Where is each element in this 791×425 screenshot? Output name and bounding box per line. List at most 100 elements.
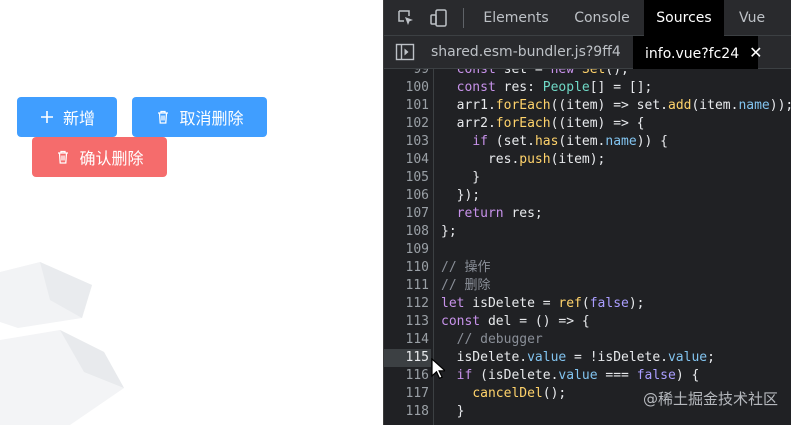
line-number[interactable]: 108 bbox=[384, 223, 431, 241]
code-token: (item); bbox=[550, 152, 606, 167]
code-text: // 删除 bbox=[441, 277, 490, 295]
code-token: has bbox=[534, 134, 559, 149]
line-number[interactable]: 104 bbox=[384, 151, 431, 169]
file-tab-info-vue[interactable]: info.vue?fc24 ✕ bbox=[633, 36, 763, 69]
line-number[interactable]: 110 bbox=[384, 259, 431, 277]
code-token: arr2. bbox=[441, 116, 496, 131]
code-text: const set = new Set(); bbox=[441, 69, 629, 79]
code-token: // debugger bbox=[441, 332, 543, 347]
code-text: // debugger bbox=[441, 331, 543, 349]
code-token: const bbox=[456, 69, 496, 77]
cancel-delete-button[interactable]: 取消删除 bbox=[132, 97, 267, 137]
code-token: if bbox=[456, 368, 473, 383]
trash-icon bbox=[155, 109, 171, 125]
code-line: 103 if (set.has(item.name)) { bbox=[384, 133, 791, 151]
code-token: ); bbox=[628, 296, 645, 311]
code-token: forEach bbox=[495, 98, 551, 113]
code-text: cancelDel(); bbox=[441, 385, 566, 403]
code-line: 113 const del = () => { bbox=[384, 313, 791, 331]
line-number[interactable]: 117 bbox=[384, 385, 431, 403]
code-line: 101 arr1.forEach((item) => set.add(item.… bbox=[384, 97, 791, 115]
code-line: 111 // 删除 bbox=[384, 277, 791, 295]
close-icon[interactable]: ✕ bbox=[749, 43, 762, 62]
code-line: 114 // debugger bbox=[384, 331, 791, 349]
code-line: 109 bbox=[384, 241, 791, 259]
devtools-toolbar: Elements Console Sources Vue bbox=[384, 0, 791, 36]
file-tab-shared-bundler[interactable]: shared.esm-bundler.js?9ff4 bbox=[431, 36, 621, 69]
code-line: 116 if (isDelete.value === false) { bbox=[384, 367, 791, 385]
code-token: name bbox=[605, 134, 637, 149]
tab-vue[interactable]: Vue bbox=[724, 0, 780, 36]
code-line: 99 const set = new Set(); bbox=[384, 69, 791, 79]
code-token: ) { bbox=[675, 368, 700, 383]
code-token: }; bbox=[441, 224, 457, 239]
code-token: // 删除 bbox=[441, 278, 491, 293]
line-number[interactable]: 100 bbox=[384, 79, 431, 97]
line-number[interactable]: 106 bbox=[384, 187, 431, 205]
trash-icon bbox=[55, 149, 71, 165]
code-token: res; bbox=[503, 206, 543, 221]
code-token: res. bbox=[441, 152, 520, 167]
code-token: }); bbox=[441, 188, 481, 203]
code-token: res: bbox=[495, 80, 543, 95]
code-token: = !isDelete. bbox=[566, 350, 668, 365]
confirm-delete-button[interactable]: 确认删除 bbox=[32, 137, 167, 177]
code-token: (item. bbox=[558, 134, 606, 149]
code-text: if (isDelete.value === false) { bbox=[441, 367, 700, 385]
code-token: cancelDel bbox=[472, 386, 543, 401]
line-number[interactable]: 105 bbox=[384, 169, 431, 187]
code-text: if (set.has(item.name)) { bbox=[441, 133, 668, 151]
code-editor[interactable]: 99 const set = new Set(); 100 const res: … bbox=[384, 69, 791, 425]
line-number[interactable]: 115 bbox=[384, 349, 431, 367]
add-button[interactable]: 新增 bbox=[17, 97, 117, 137]
line-number[interactable]: 99 bbox=[384, 69, 431, 79]
line-number[interactable]: 116 bbox=[384, 367, 431, 385]
code-text: } bbox=[441, 169, 480, 187]
code-token: ref bbox=[558, 296, 582, 311]
inspect-icon[interactable] bbox=[396, 8, 416, 28]
code-text: res.push(item); bbox=[441, 151, 605, 169]
code-token: push bbox=[519, 152, 551, 167]
code-text: arr2.forEach((item) => { bbox=[441, 115, 645, 133]
line-number[interactable]: 111 bbox=[384, 277, 431, 295]
code-token: )); bbox=[769, 98, 791, 113]
line-number[interactable]: 118 bbox=[384, 403, 431, 421]
tab-sources[interactable]: Sources bbox=[644, 0, 724, 36]
code-token: if bbox=[472, 134, 488, 149]
code-token: value bbox=[558, 368, 598, 383]
code-token: Set bbox=[581, 69, 606, 77]
add-button-label: 新增 bbox=[62, 109, 95, 128]
line-number[interactable]: 112 bbox=[384, 295, 431, 313]
line-number[interactable]: 107 bbox=[384, 205, 431, 223]
line-number[interactable]: 113 bbox=[384, 313, 431, 331]
code-token: set = bbox=[495, 69, 551, 77]
code-token: forEach bbox=[495, 116, 551, 131]
code-text: }); bbox=[441, 187, 481, 205]
tab-console[interactable]: Console bbox=[560, 0, 644, 36]
code-line: 108}; bbox=[384, 223, 791, 241]
code-token: ( bbox=[581, 296, 590, 311]
code-token: [] = []; bbox=[589, 80, 653, 95]
file-tab-label: info.vue?fc24 bbox=[645, 46, 740, 62]
code-token: ((item) => set. bbox=[550, 98, 668, 113]
line-number[interactable]: 109 bbox=[384, 241, 431, 259]
toggle-navigator-icon[interactable] bbox=[395, 43, 415, 61]
code-text: } bbox=[441, 403, 465, 421]
line-number[interactable]: 103 bbox=[384, 133, 431, 151]
line-number[interactable]: 101 bbox=[384, 97, 431, 115]
code-token: const bbox=[456, 80, 496, 95]
tab-elements[interactable]: Elements bbox=[472, 0, 560, 36]
code-line: 102 arr2.forEach((item) => { bbox=[384, 115, 791, 133]
code-token: (); bbox=[542, 386, 567, 401]
line-number[interactable]: 114 bbox=[384, 331, 431, 349]
code-token: false bbox=[636, 368, 676, 383]
device-toggle-icon[interactable] bbox=[429, 8, 449, 28]
code-token: return bbox=[456, 206, 504, 221]
code-token: isDelete. bbox=[441, 350, 528, 365]
code-line: 105 } bbox=[384, 169, 791, 187]
cancel-delete-label: 取消删除 bbox=[179, 109, 244, 128]
line-number[interactable]: 102 bbox=[384, 115, 431, 133]
